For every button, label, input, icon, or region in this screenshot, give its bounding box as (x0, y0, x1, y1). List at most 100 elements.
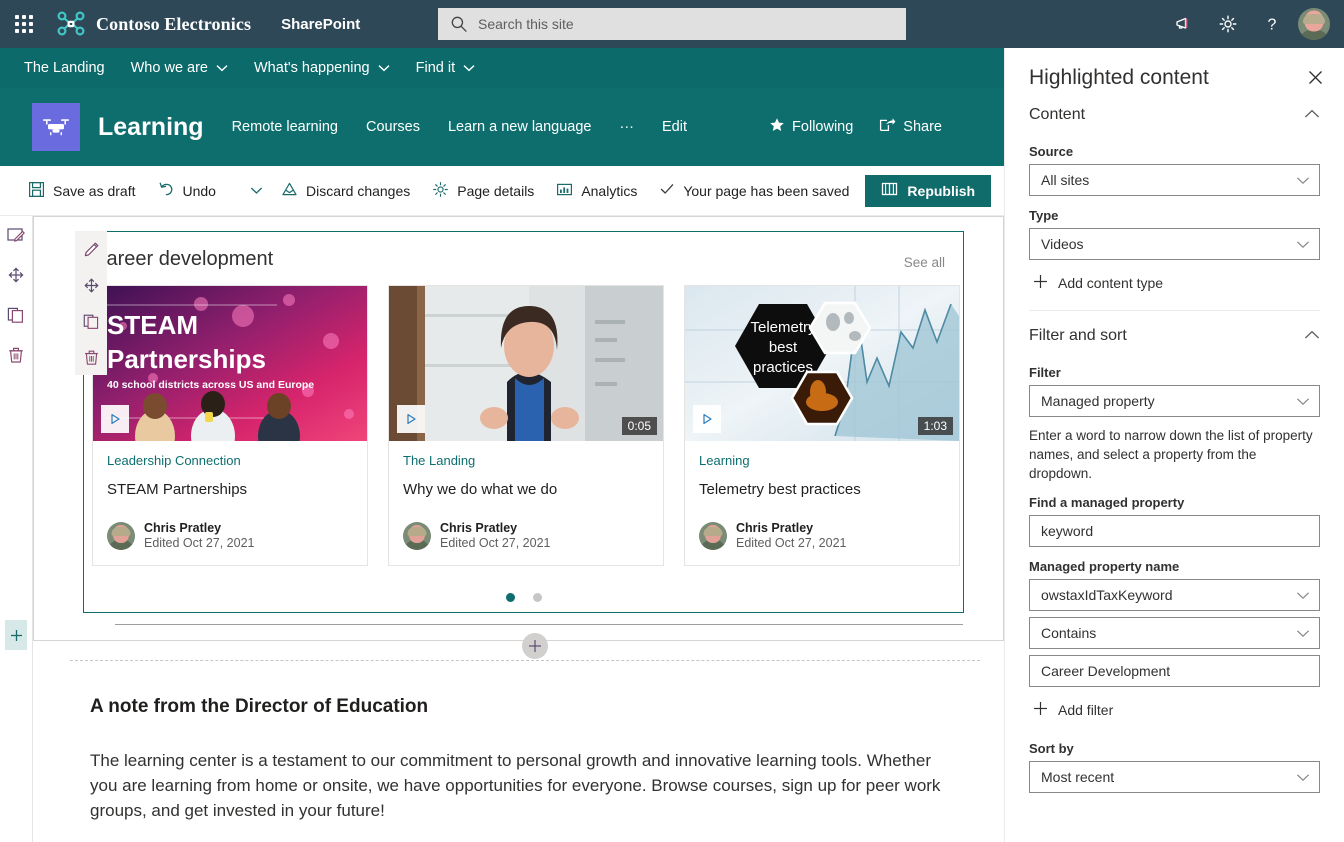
source-value: All sites (1041, 172, 1090, 188)
page-command-bar: Save as draft Undo Discard changes Page … (0, 166, 1031, 216)
plus-icon (1033, 274, 1048, 292)
card-thumbnail: Telemetry best practices 1:03 (685, 286, 959, 441)
site-title: Learning (98, 112, 204, 141)
add-content-type-button[interactable]: Add content type (1033, 274, 1320, 292)
undo-icon (158, 181, 175, 201)
highlighted-content-webpart[interactable]: Career development See all STEAM Partner… (83, 231, 964, 613)
author-edited-date: Edited Oct 27, 2021 (144, 536, 255, 550)
edit-webpart-icon[interactable] (79, 237, 103, 261)
type-label: Type (1029, 208, 1059, 223)
undo-redo-chevron-down-icon[interactable] (250, 186, 263, 195)
hubnav-item-the-landing[interactable]: The Landing (24, 60, 105, 76)
page-details-label: Page details (457, 182, 535, 199)
hubnav-label: Who we are (130, 60, 208, 76)
carousel-dot-1[interactable] (505, 593, 515, 602)
card-site-name[interactable]: Leadership Connection (107, 453, 353, 468)
content-card[interactable]: 0:05 The Landing Why we do what we do Ch… (388, 285, 664, 566)
site-nav-overflow-button[interactable]: ··· (620, 119, 635, 135)
delete-icon[interactable] (3, 342, 29, 368)
save-as-draft-button[interactable]: Save as draft (28, 174, 136, 208)
card-site-name[interactable]: Learning (699, 453, 945, 468)
author-avatar (107, 522, 135, 550)
filter-operand-value: Career Development (1041, 663, 1171, 679)
content-section-toggle[interactable]: Content (1029, 90, 1320, 132)
search-input[interactable] (478, 16, 878, 32)
video-duration-badge: 0:05 (621, 417, 657, 435)
filter-label: Filter (1029, 365, 1061, 380)
hubnav-label: What's happening (254, 60, 370, 76)
managed-property-name-dropdown[interactable]: owstaxIdTaxKeyword (1029, 579, 1320, 611)
add-section-left-button[interactable] (5, 620, 27, 650)
source-dropdown[interactable]: All sites (1029, 164, 1320, 196)
page-details-button[interactable]: Page details (432, 174, 534, 208)
add-content-type-label: Add content type (1058, 275, 1164, 291)
filter-dropdown[interactable]: Managed property (1029, 385, 1320, 417)
card-author: Chris Pratley Edited Oct 27, 2021 (403, 521, 649, 551)
find-managed-property-input[interactable]: keyword (1029, 515, 1320, 547)
check-icon (659, 181, 675, 200)
discard-changes-button[interactable]: Discard changes (281, 174, 410, 208)
gear-icon[interactable] (1206, 0, 1250, 48)
play-icon[interactable] (397, 405, 425, 433)
analytics-button[interactable]: Analytics (556, 174, 637, 208)
carousel-dot-2[interactable] (532, 593, 542, 602)
following-button[interactable]: Following (769, 117, 853, 137)
find-managed-property-label: Find a managed property (1029, 495, 1185, 510)
undo-button[interactable]: Undo (158, 174, 216, 208)
filter-sort-section-toggle[interactable]: Filter and sort (1029, 311, 1320, 353)
avatar[interactable] (1298, 8, 1330, 40)
close-icon[interactable] (1304, 66, 1326, 88)
play-icon[interactable] (693, 405, 721, 433)
move-webpart-icon[interactable] (79, 273, 103, 297)
author-avatar (403, 522, 431, 550)
svg-text:40 school districts across US: 40 school districts across US and Europe (107, 379, 314, 391)
card-title[interactable]: Why we do what we do (403, 480, 649, 499)
see-all-link[interactable]: See all (904, 248, 945, 270)
filter-operator-dropdown[interactable]: Contains (1029, 617, 1320, 649)
suite-app-name: SharePoint (281, 15, 361, 33)
chevron-down-icon (463, 64, 475, 72)
site-nav-remote-learning[interactable]: Remote learning (232, 119, 338, 135)
duplicate-webpart-icon[interactable] (79, 309, 103, 333)
filter-value-input[interactable]: Career Development (1029, 655, 1320, 687)
help-icon[interactable]: ? (1250, 0, 1294, 48)
site-nav-edit[interactable]: Edit (662, 119, 687, 135)
hubnav-item-find-it[interactable]: Find it (416, 60, 476, 76)
hub-navigation: The Landing Who we are What's happening … (0, 48, 1004, 88)
share-button[interactable]: Share (879, 117, 942, 137)
add-section-button[interactable] (522, 633, 548, 659)
search-box[interactable] (438, 8, 906, 40)
svg-text:?: ? (1268, 17, 1277, 34)
site-nav-courses[interactable]: Courses (366, 119, 420, 135)
hubnav-item-whats-happening[interactable]: What's happening (254, 60, 390, 76)
play-icon[interactable] (101, 405, 129, 433)
app-launcher-button[interactable] (0, 0, 48, 48)
hubnav-item-who-we-are[interactable]: Who we are (131, 60, 228, 76)
site-nav-learn-a-new-language[interactable]: Learn a new language (448, 119, 592, 135)
undo-label: Undo (182, 182, 216, 199)
discard-icon (281, 181, 298, 201)
content-card[interactable]: STEAM Partnerships 40 school districts a… (92, 285, 368, 566)
sort-by-dropdown[interactable]: Most recent (1029, 761, 1320, 793)
card-title[interactable]: Telemetry best practices (699, 480, 945, 499)
property-pane: Highlighted content Content Source All s… (1004, 48, 1344, 842)
edit-section-icon[interactable] (3, 222, 29, 248)
text-webpart[interactable]: A note from the Director of Education Th… (90, 696, 960, 823)
republish-button[interactable]: Republish (865, 174, 992, 207)
card-title[interactable]: STEAM Partnerships (107, 480, 353, 499)
content-card[interactable]: Telemetry best practices 1:03 Learning T… (684, 285, 960, 566)
site-header: Learning Remote learning Courses Learn a… (0, 88, 1004, 166)
card-site-name[interactable]: The Landing (403, 453, 649, 468)
delete-webpart-icon[interactable] (79, 345, 103, 369)
filter-sort-section-label: Filter and sort (1029, 327, 1127, 344)
card-thumbnail: STEAM Partnerships 40 school districts a… (93, 286, 367, 441)
megaphone-icon[interactable] (1162, 0, 1206, 48)
type-dropdown[interactable]: Videos (1029, 228, 1320, 260)
hubnav-label: The Landing (24, 60, 105, 76)
find-managed-property-value: keyword (1041, 523, 1094, 539)
chevron-down-icon (1296, 393, 1310, 409)
add-filter-button[interactable]: Add filter (1033, 701, 1320, 719)
duplicate-icon[interactable] (3, 302, 29, 328)
card-author: Chris Pratley Edited Oct 27, 2021 (699, 521, 945, 551)
move-icon[interactable] (3, 262, 29, 288)
